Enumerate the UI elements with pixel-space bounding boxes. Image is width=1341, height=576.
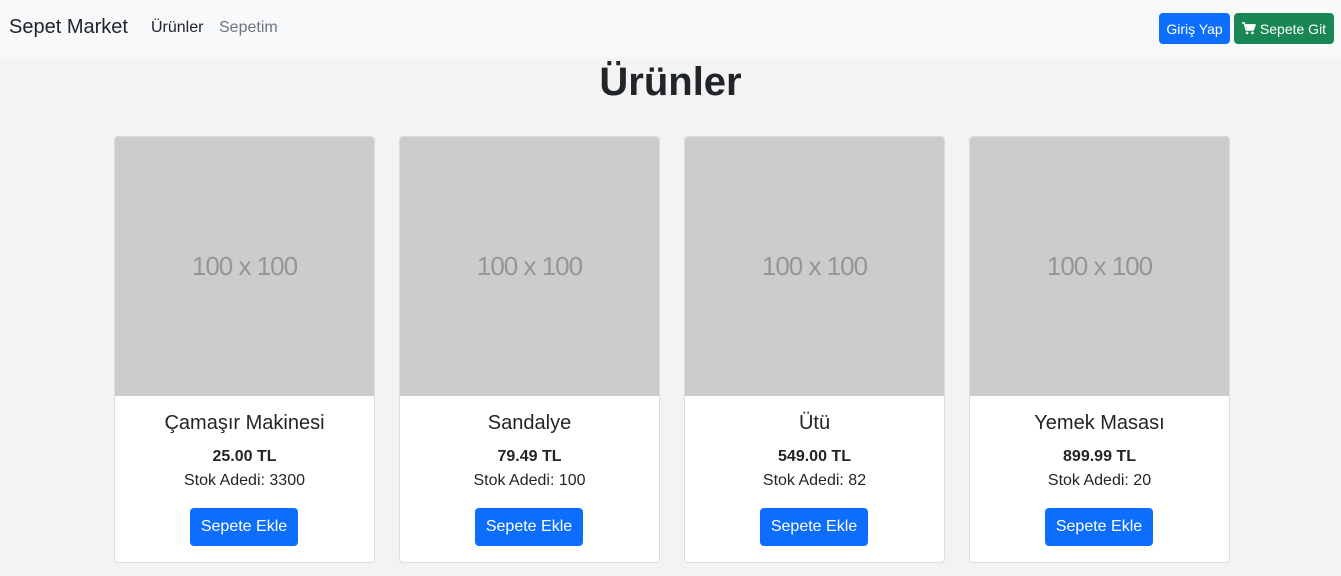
product-price: 899.99 TL — [1063, 448, 1136, 465]
product-stock: Stok Adedi: 20 — [1047, 472, 1152, 489]
login-button[interactable]: Giriş Yap — [1159, 13, 1230, 44]
page-title: Ürünler — [599, 60, 742, 104]
product-card: 100 x 100 Yemek Masası 899.99 TL Stok Ad… — [969, 136, 1230, 563]
product-name: Yemek Masası — [1034, 412, 1165, 434]
add-to-cart-button[interactable]: Sepete Ekle — [475, 508, 583, 546]
product-price: 79.49 TL — [497, 448, 562, 465]
product-image-placeholder: 100 x 100 — [970, 137, 1229, 396]
product-name: Çamaşır Makinesi — [164, 412, 325, 434]
product-image-placeholder: 100 x 100 — [685, 137, 944, 396]
go-to-cart-label: Sepete Git — [1259, 20, 1327, 37]
product-price: 25.00 TL — [212, 448, 277, 465]
product-card: 100 x 100 Ütü 549.00 TL Stok Adedi: 82 S… — [684, 136, 945, 563]
brand-link[interactable]: Sepet Market — [9, 16, 128, 39]
product-image-placeholder: 100 x 100 — [400, 137, 659, 396]
shopping-cart-icon — [1241, 22, 1256, 35]
add-to-cart-button[interactable]: Sepete Ekle — [190, 508, 298, 546]
add-to-cart-button[interactable]: Sepete Ekle — [1045, 508, 1153, 546]
product-stock: Stok Adedi: 100 — [473, 472, 586, 489]
login-button-label: Giriş Yap — [1166, 20, 1223, 37]
navbar: Sepet Market Ürünler Sepetim Giriş Yap S… — [0, 0, 1341, 57]
product-name: Sandalye — [487, 412, 572, 434]
product-image-placeholder: 100 x 100 — [115, 137, 374, 396]
product-card: 100 x 100 Sandalye 79.49 TL Stok Adedi: … — [399, 136, 660, 563]
add-to-cart-button[interactable]: Sepete Ekle — [760, 508, 868, 546]
product-stock: Stok Adedi: 3300 — [184, 472, 305, 489]
product-price: 549.00 TL — [778, 448, 851, 465]
go-to-cart-button[interactable]: Sepete Git — [1234, 13, 1334, 44]
product-stock: Stok Adedi: 82 — [762, 472, 867, 489]
nav-link-my-cart[interactable]: Sepetim — [219, 19, 278, 37]
product-card: 100 x 100 Çamaşır Makinesi 25.00 TL Stok… — [114, 136, 375, 563]
product-name: Ütü — [798, 412, 831, 434]
nav-link-products[interactable]: Ürünler — [151, 19, 203, 37]
